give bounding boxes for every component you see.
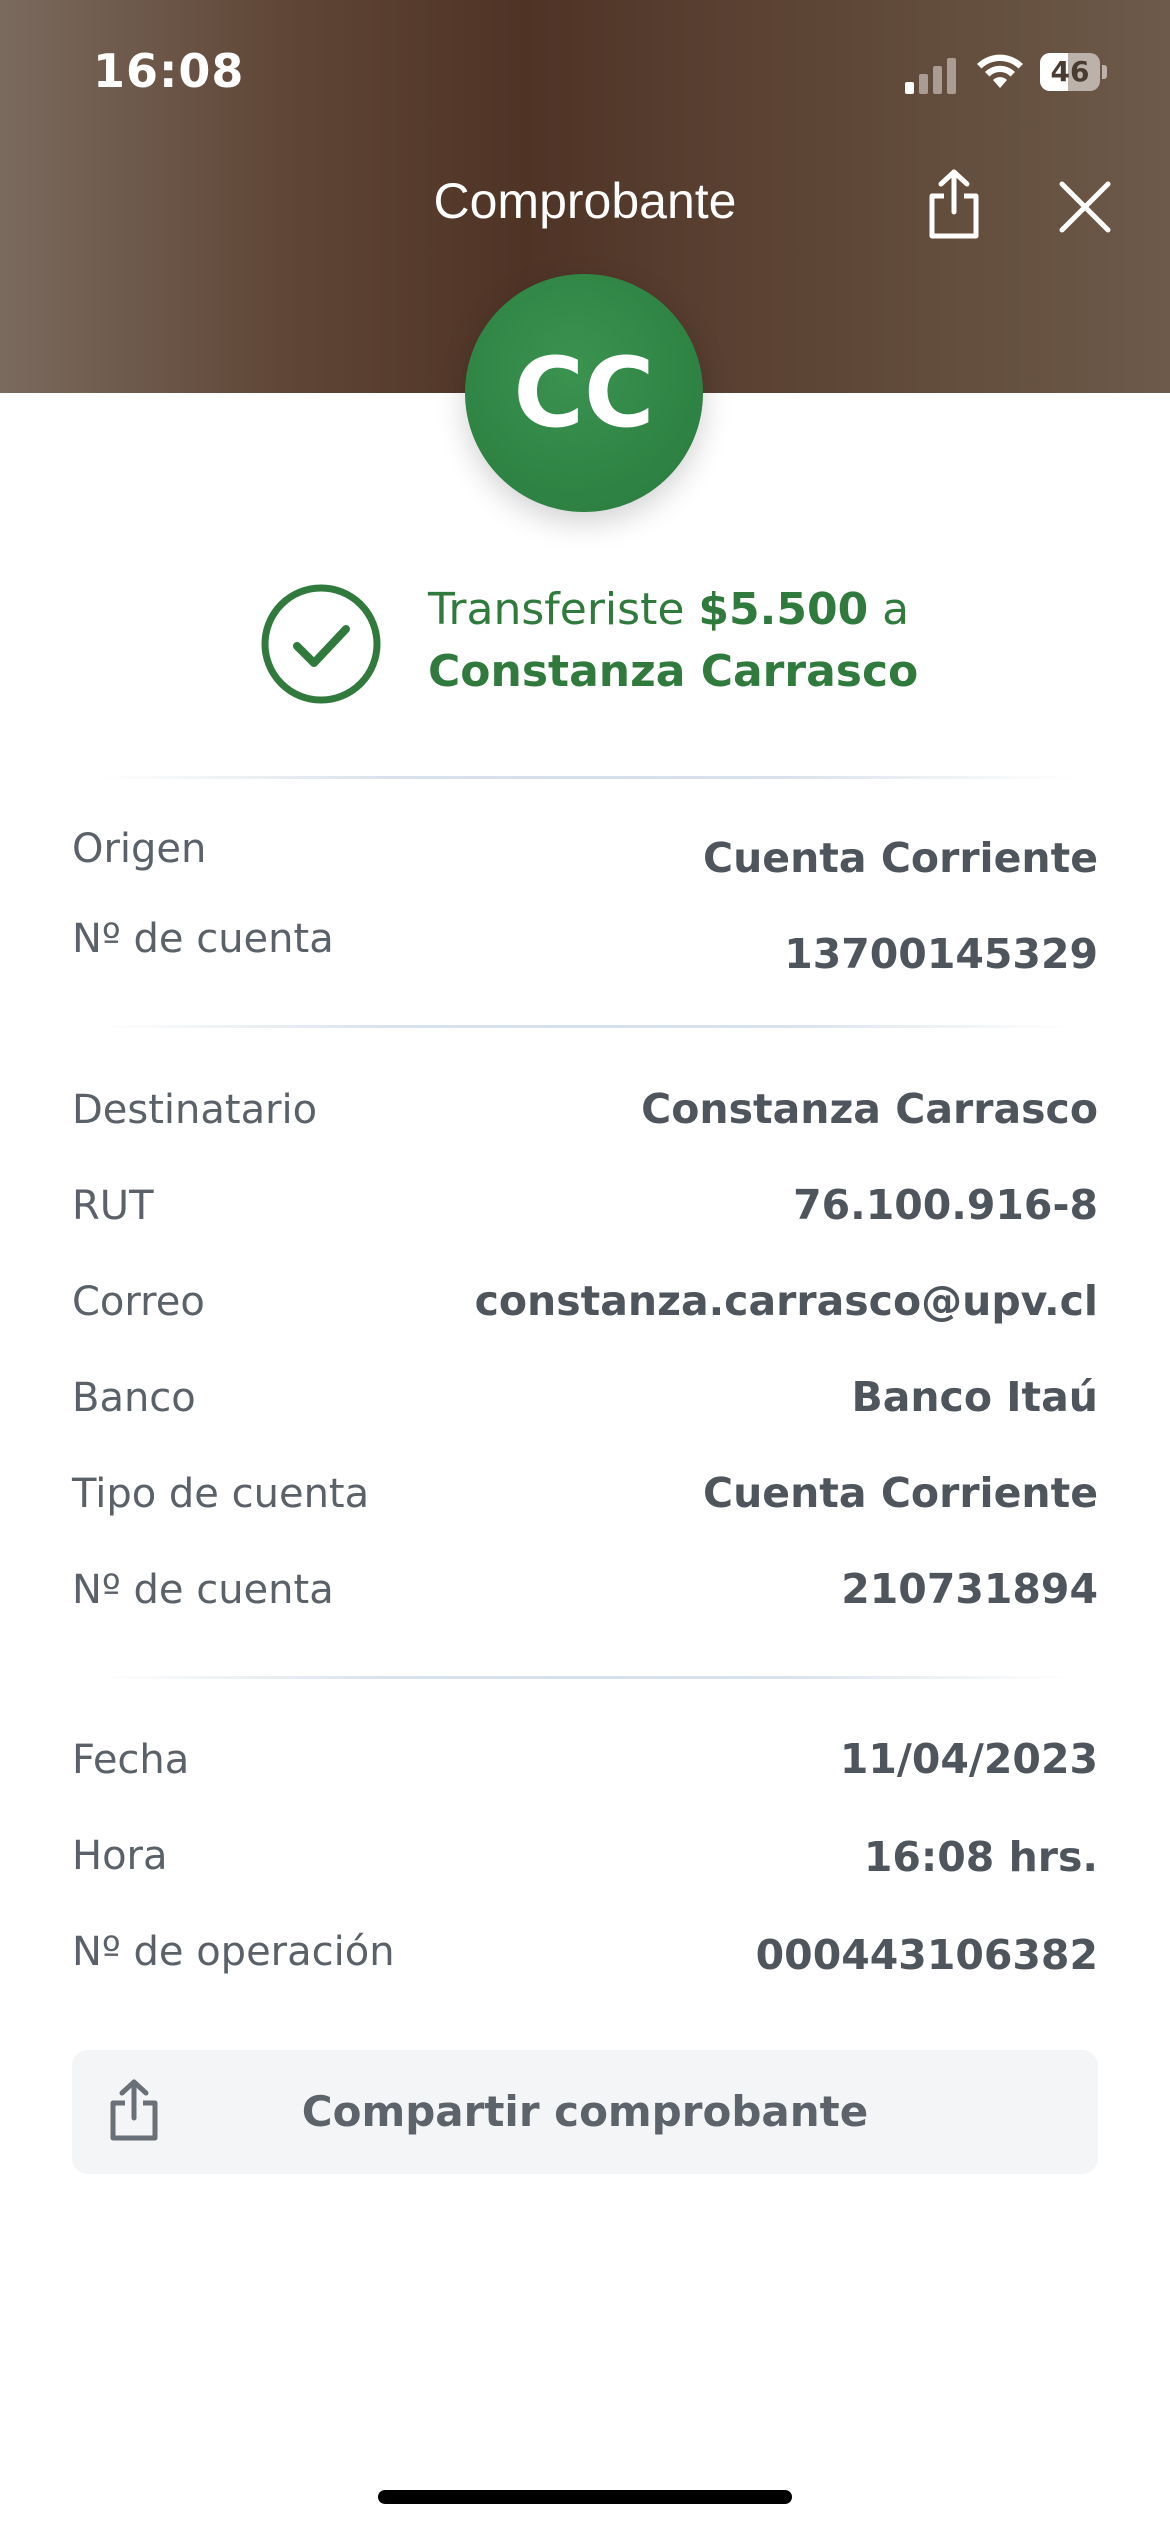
- tipo-cuenta-label: Tipo de cuenta: [72, 1471, 370, 1517]
- banco-label: Banco: [72, 1375, 196, 1421]
- operacion-label: Nº de operación: [72, 1929, 395, 1975]
- recipient-account-label: Nº de cuenta: [72, 1567, 334, 1613]
- battery-icon: 46: [1040, 53, 1107, 91]
- cellular-signal-icon: [905, 54, 961, 94]
- check-circle-icon: [261, 584, 381, 704]
- banco-value: Banco Itaú: [851, 1373, 1098, 1421]
- transfer-receipt-screen: 16:08 46 Comprobante CC Transferiste $5.…: [0, 0, 1170, 2532]
- origin-account-value: 13700145329: [784, 930, 1098, 978]
- divider: [95, 1025, 1075, 1028]
- origen-label: Origen: [72, 826, 207, 872]
- transfer-amount: $5.500: [698, 584, 869, 635]
- success-prefix: Transferiste: [428, 584, 699, 635]
- correo-label: Correo: [72, 1279, 205, 1325]
- operacion-value: 000443106382: [755, 1931, 1098, 1979]
- rut-value: 76.100.916-8: [793, 1181, 1098, 1229]
- fecha-label: Fecha: [72, 1737, 190, 1783]
- status-time: 16:08: [93, 44, 245, 98]
- home-indicator[interactable]: [378, 2490, 792, 2504]
- success-recipient: Constanza Carrasco: [428, 646, 919, 697]
- battery-level: 46: [1050, 55, 1090, 88]
- destinatario-label: Destinatario: [72, 1087, 318, 1133]
- wifi-icon: [977, 54, 1023, 88]
- share-icon: [110, 2079, 158, 2141]
- page-title: Comprobante: [433, 173, 737, 229]
- hora-label: Hora: [72, 1833, 168, 1879]
- hora-value: 16:08 hrs.: [863, 1833, 1098, 1881]
- divider: [95, 776, 1075, 779]
- share-receipt-label: Compartir comprobante: [301, 2087, 869, 2136]
- origin-account-label: Nº de cuenta: [72, 916, 334, 962]
- avatar: CC: [465, 274, 703, 512]
- close-icon[interactable]: [1058, 180, 1112, 234]
- destinatario-value: Constanza Carrasco: [641, 1085, 1098, 1133]
- correo-value: constanza.carrasco@upv.cl: [474, 1277, 1098, 1325]
- fecha-value: 11/04/2023: [839, 1735, 1098, 1783]
- tipo-cuenta-value: Cuenta Corriente: [703, 1469, 1098, 1517]
- success-suffix: a: [868, 584, 910, 635]
- success-message: Transferiste $5.500 a: [428, 584, 909, 635]
- share-icon[interactable]: [924, 168, 984, 240]
- share-receipt-button[interactable]: Compartir comprobante: [72, 2050, 1098, 2174]
- rut-label: RUT: [72, 1183, 154, 1229]
- origen-value: Cuenta Corriente: [703, 834, 1098, 882]
- recipient-account-value: 210731894: [841, 1565, 1098, 1613]
- divider: [95, 1676, 1075, 1679]
